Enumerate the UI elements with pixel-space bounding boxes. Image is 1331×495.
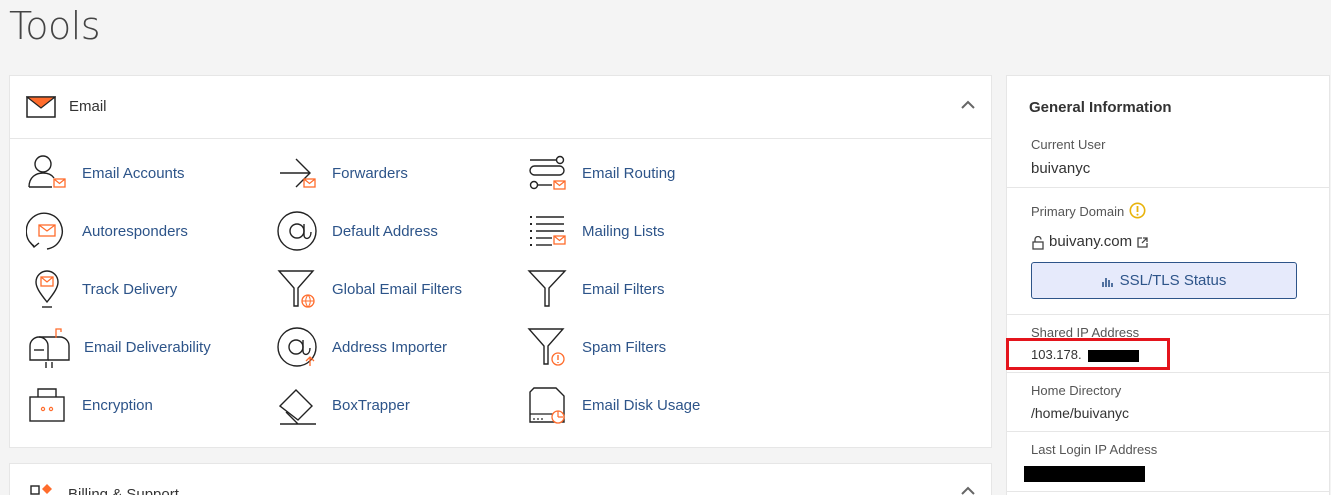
tool-email-deliverability[interactable]: Email Deliverability <box>26 324 211 370</box>
tool-label[interactable]: Email Routing <box>582 165 675 182</box>
tool-label[interactable]: Global Email Filters <box>332 281 462 298</box>
email-accounts-icon <box>28 155 66 188</box>
tool-email-routing[interactable]: Email Routing <box>526 150 675 196</box>
tool-label[interactable]: Email Accounts <box>82 165 185 182</box>
billing-support-icon <box>30 484 52 495</box>
current-user-row: Current User buivanyc <box>1007 122 1329 188</box>
primary-domain-label: Primary Domain <box>1031 204 1125 219</box>
email-panel: Email Email Accounts Forwarders Email Ro… <box>9 75 992 448</box>
tool-track-delivery[interactable]: Track Delivery <box>26 266 177 312</box>
tool-email-filters[interactable]: Email Filters <box>526 266 665 312</box>
email-routing-icon <box>529 155 566 190</box>
spam-filters-icon <box>527 328 565 366</box>
email-panel-title: Email <box>69 98 107 115</box>
tool-label[interactable]: Email Disk Usage <box>582 397 700 414</box>
mailing-lists-icon <box>530 216 566 246</box>
chevron-up-icon[interactable] <box>961 486 975 495</box>
current-user-label: Current User <box>1031 137 1106 152</box>
home-directory-value: /home/buivanyc <box>1031 405 1130 421</box>
email-deliverability-icon <box>29 328 70 368</box>
last-login-label: Last Login IP Address <box>1031 442 1158 457</box>
email-filters-icon <box>527 270 567 307</box>
external-link-icon[interactable] <box>1137 237 1148 248</box>
ssl-tls-status-button[interactable]: SSL/TLS Status <box>1031 262 1297 299</box>
track-delivery-icon <box>35 270 59 308</box>
tool-label[interactable]: Email Filters <box>582 281 665 298</box>
tool-label[interactable]: Autoresponders <box>82 223 188 240</box>
email-panel-header[interactable]: Email <box>10 76 991 139</box>
tool-label[interactable]: Mailing Lists <box>582 223 665 240</box>
tool-boxtrapper[interactable]: BoxTrapper <box>276 382 410 428</box>
current-user-value: buivanyc <box>1031 160 1091 177</box>
tool-label[interactable]: Forwarders <box>332 165 408 182</box>
boxtrapper-icon <box>278 389 316 425</box>
chevron-up-icon[interactable] <box>961 100 975 109</box>
general-information-panel: General Information Current User buivany… <box>1006 75 1330 495</box>
forwarders-icon <box>280 158 316 188</box>
tool-mailing-lists[interactable]: Mailing Lists <box>526 208 665 254</box>
tool-forwarders[interactable]: Forwarders <box>276 150 408 196</box>
page-title: Tools <box>9 4 101 48</box>
envelope-icon <box>26 96 56 118</box>
billing-panel-header[interactable]: Billing & Support <box>9 463 992 495</box>
default-address-icon <box>277 211 317 251</box>
address-importer-icon <box>277 327 317 367</box>
tool-address-importer[interactable]: Address Importer <box>276 324 447 370</box>
tool-label[interactable]: Encryption <box>82 397 153 414</box>
tool-spam-filters[interactable]: Spam Filters <box>526 324 666 370</box>
tool-email-accounts[interactable]: Email Accounts <box>26 150 185 196</box>
tool-default-address[interactable]: Default Address <box>276 208 438 254</box>
home-directory-label: Home Directory <box>1031 383 1122 398</box>
encryption-icon <box>29 388 65 422</box>
tool-autoresponders[interactable]: Autoresponders <box>26 208 188 254</box>
home-directory-row: Home Directory /home/buivanyc <box>1007 373 1329 432</box>
lock-icon <box>1032 236 1044 250</box>
highlight-box <box>1006 338 1170 370</box>
tool-encryption[interactable]: Encryption <box>26 382 153 428</box>
warning-icon[interactable] <box>1129 202 1146 219</box>
tool-label[interactable]: Email Deliverability <box>84 339 211 356</box>
billing-panel-title: Billing & Support <box>68 486 179 495</box>
tool-label[interactable]: Default Address <box>332 223 438 240</box>
redacted-last-login-ip <box>1024 466 1145 482</box>
primary-domain-link[interactable]: buivany.com <box>1049 233 1132 250</box>
tool-label[interactable]: Address Importer <box>332 339 447 356</box>
tool-label[interactable]: Spam Filters <box>582 339 666 356</box>
ssl-tls-status-label: SSL/TLS Status <box>1119 272 1227 289</box>
global-email-filters-icon <box>277 270 315 308</box>
last-login-row: Last Login IP Address <box>1007 432 1329 492</box>
tool-label[interactable]: BoxTrapper <box>332 397 410 414</box>
bar-chart-icon <box>1101 277 1113 287</box>
tool-label[interactable]: Track Delivery <box>82 281 177 298</box>
tool-email-disk-usage[interactable]: Email Disk Usage <box>526 382 700 428</box>
autoresponders-icon <box>26 212 63 250</box>
general-information-title: General Information <box>1029 99 1172 116</box>
email-disk-usage-icon <box>529 387 565 424</box>
tool-global-email-filters[interactable]: Global Email Filters <box>276 266 462 312</box>
